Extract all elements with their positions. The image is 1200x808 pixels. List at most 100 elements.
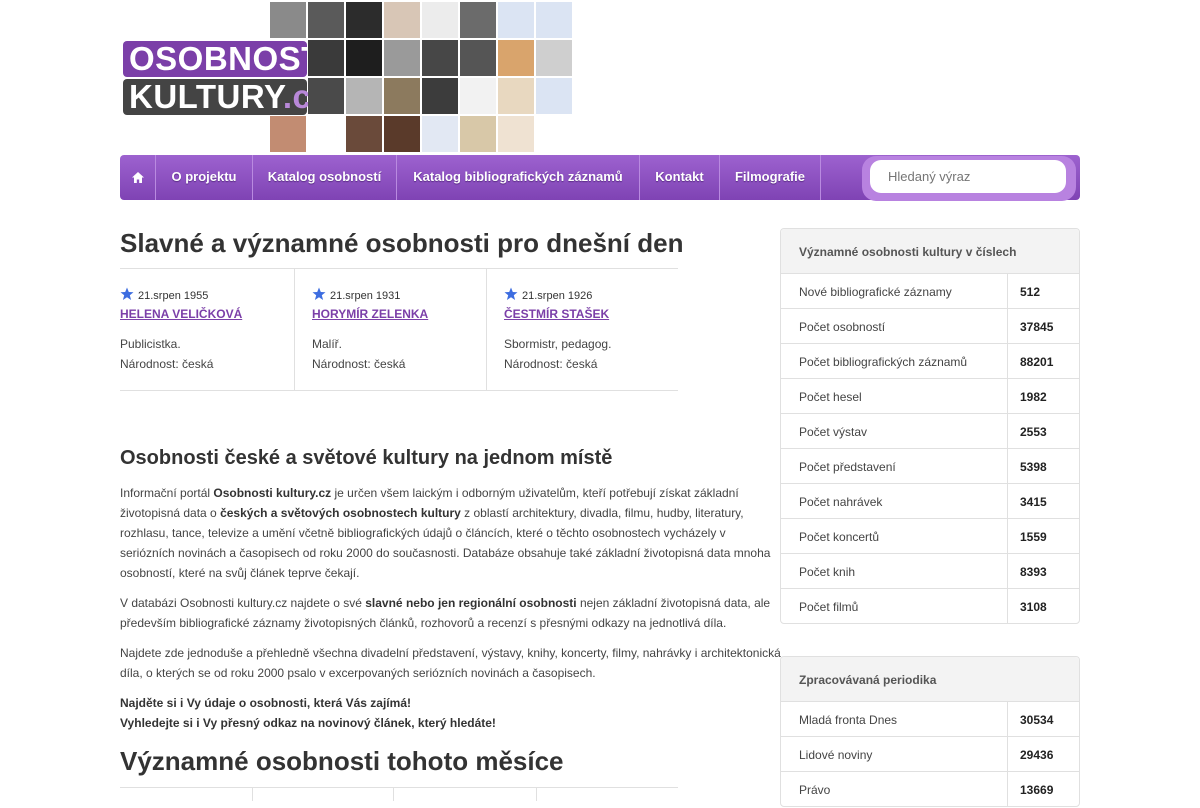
stats-row-label: Nové bibliografické záznamy (799, 285, 952, 299)
search-box (862, 156, 1076, 201)
stats-row-value: 512 (1007, 274, 1079, 308)
stats-row-value: 1982 (1007, 379, 1079, 413)
person-date: 21.srpen 1955 (120, 287, 208, 302)
stats-row-value: 5398 (1007, 449, 1079, 483)
stats-row-label: Počet nahrávek (799, 495, 883, 509)
today-person-card: 21.srpen 1955 HELENA VELIČKOVÁ Publicist… (120, 269, 295, 390)
intro-title: Osobnosti české a světové kultury na jed… (120, 447, 613, 469)
stats-row-label: Počet filmů (799, 600, 859, 614)
stats-row: Počet filmů 3108 (781, 589, 1079, 623)
stats-row: Počet hesel 1982 (781, 379, 1079, 414)
periodika-row-label: Mladá fronta Dnes (799, 713, 898, 727)
portrait-tile (498, 116, 534, 152)
nav-home-button[interactable] (120, 155, 156, 200)
portrait-tile (308, 78, 344, 114)
portrait-tile (346, 40, 382, 76)
star-icon (312, 287, 326, 300)
portrait-tile (308, 2, 344, 38)
person-description: Sbormistr, pedagog. (504, 337, 612, 351)
person-nationality: Národnost: česká (120, 357, 214, 371)
month-title: Významné osobnosti tohoto měsíce (120, 746, 564, 776)
portrait-tile (460, 78, 496, 114)
periodika-panel: Zpracovávaná periodika Mladá fronta Dnes… (780, 656, 1080, 807)
intro-paragraph-1: Informační portál Osobnosti kultury.cz j… (120, 486, 771, 580)
stats-row: Nové bibliografické záznamy 512 (781, 274, 1079, 309)
portrait-tile (346, 78, 382, 114)
site-header: OSOBNOSTI KULTURY.cz (120, 0, 1080, 155)
periodika-row: Právo 13669 (781, 772, 1079, 806)
portrait-tile (460, 2, 496, 38)
month-people-row (120, 787, 678, 801)
portrait-tile (460, 116, 496, 152)
portrait-tile (346, 116, 382, 152)
intro-cta: Najděte si i Vy údaje o osobnosti, která… (120, 696, 496, 730)
stats-row: Počet představení 5398 (781, 449, 1079, 484)
person-description: Publicistka. (120, 337, 181, 351)
today-person-card: 21.srpen 1926 ČESTMÍR STAŠEK Sbormistr, … (504, 269, 678, 390)
person-description: Malíř. (312, 337, 342, 351)
periodika-panel-title: Zpracovávaná periodika (781, 657, 1079, 702)
today-title: Slavné a významné osobnosti pro dnešní d… (120, 228, 684, 258)
nav-item-kontakt[interactable]: Kontakt (640, 155, 720, 200)
periodika-row: Lidové noviny 29436 (781, 737, 1079, 772)
portrait-mosaic (270, 2, 572, 154)
stats-panel: Významné osobnosti kultury v číslech Nov… (780, 228, 1080, 624)
portrait-tile (536, 2, 572, 38)
stats-row-label: Počet výstav (799, 425, 868, 439)
portrait-tile (422, 2, 458, 38)
nav-item-filmografie[interactable]: Filmografie (720, 155, 821, 200)
portrait-tile (308, 40, 344, 76)
periodika-row-value: 13669 (1007, 772, 1079, 806)
nav-item-o-projektu[interactable]: O projektu (156, 155, 253, 200)
portrait-tile (384, 78, 420, 114)
home-icon (131, 172, 144, 183)
stats-row: Počet nahrávek 3415 (781, 484, 1079, 519)
stats-row-value: 3415 (1007, 484, 1079, 518)
stats-row-value: 8393 (1007, 554, 1079, 588)
portrait-tile (536, 78, 572, 114)
nav-item-katalog-bibliografickych[interactable]: Katalog bibliografických záznamů (397, 155, 640, 200)
stats-row-label: Počet koncertů (799, 530, 880, 544)
intro-text: Informační portál Osobnosti kultury.cz j… (120, 483, 782, 733)
stats-row-label: Počet knih (799, 565, 856, 579)
stats-row-label: Počet osobností (799, 320, 886, 334)
portrait-tile (384, 116, 420, 152)
person-name-link[interactable]: ČESTMÍR STAŠEK (504, 307, 609, 321)
search-input[interactable] (870, 160, 1066, 193)
main-navigation: O projektu Katalog osobností Katalog bib… (120, 155, 1080, 201)
stats-row: Počet výstav 2553 (781, 414, 1079, 449)
portrait-tile (422, 116, 458, 152)
stats-row-label: Počet hesel (799, 390, 862, 404)
stats-row-value: 3108 (1007, 589, 1079, 623)
stats-row-value: 37845 (1007, 309, 1079, 343)
periodika-row-value: 30534 (1007, 702, 1079, 736)
intro-paragraph-3: Najdete zde jednoduše a přehledně všechn… (120, 646, 781, 680)
person-date: 21.srpen 1926 (504, 287, 592, 302)
nav-item-katalog-osobnosti[interactable]: Katalog osobností (253, 155, 397, 200)
month-column (120, 788, 253, 801)
person-name-link[interactable]: HELENA VELIČKOVÁ (120, 307, 242, 321)
stats-row: Počet osobností 37845 (781, 309, 1079, 344)
stats-panel-title: Významné osobnosti kultury v číslech (781, 229, 1079, 274)
person-nationality: Národnost: česká (504, 357, 598, 371)
portrait-tile (536, 40, 572, 76)
portrait-tile (384, 40, 420, 76)
star-icon (504, 287, 518, 300)
today-person-card: 21.srpen 1931 HORYMÍR ZELENKA Malíř. Nár… (312, 269, 487, 390)
stats-row-label: Počet bibliografických záznamů (799, 355, 968, 369)
stats-row-value: 1559 (1007, 519, 1079, 553)
portrait-tile (498, 78, 534, 114)
person-date: 21.srpen 1931 (312, 287, 400, 302)
portrait-tile (460, 40, 496, 76)
periodika-row-label: Lidové noviny (799, 748, 873, 762)
periodika-row-value: 29436 (1007, 737, 1079, 771)
stats-row-value: 88201 (1007, 344, 1079, 378)
month-column (253, 788, 394, 801)
portrait-tile (498, 2, 534, 38)
logo-line-2-main: KULTURY (129, 78, 283, 115)
stats-row: Počet bibliografických záznamů 88201 (781, 344, 1079, 379)
periodika-row: Mladá fronta Dnes 30534 (781, 702, 1079, 737)
stats-row-value: 2553 (1007, 414, 1079, 448)
portrait-tile (346, 2, 382, 38)
person-name-link[interactable]: HORYMÍR ZELENKA (312, 307, 428, 321)
